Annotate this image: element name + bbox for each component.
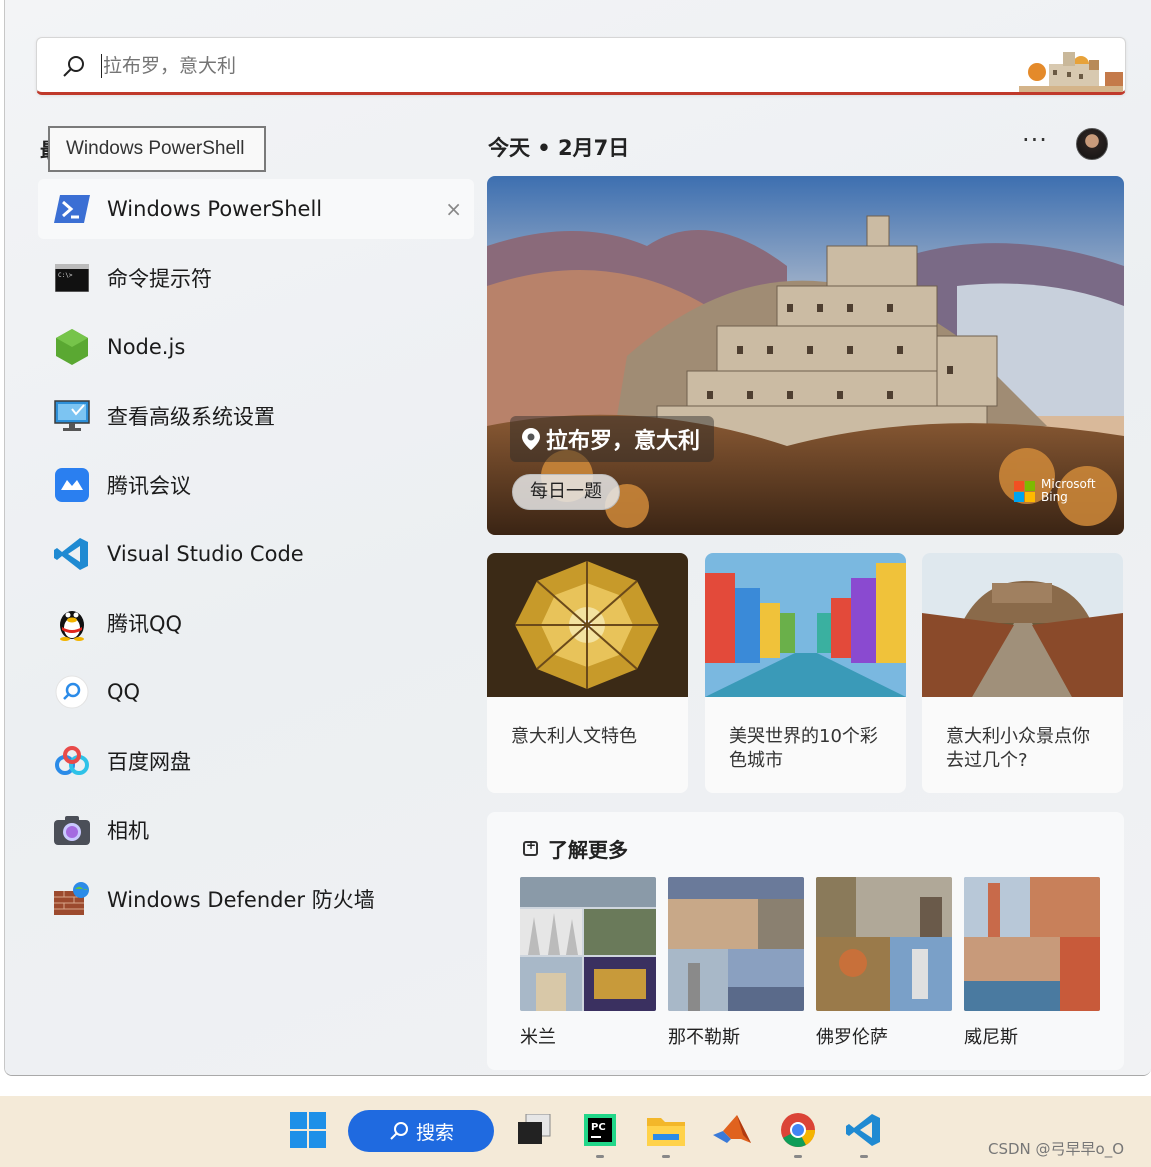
microsoft-bing-logo: Microsoft Bing — [1014, 478, 1096, 504]
dome-fresco-picture — [487, 553, 688, 697]
watermark: CSDN @弓早早o_O — [988, 1140, 1125, 1158]
app-item-advanced-system-settings[interactable]: 查看高级系统设置 — [38, 386, 474, 446]
taskbar: 搜索 PC — [0, 1096, 1151, 1167]
app-item-tencent-qq[interactable]: 腾讯QQ — [38, 593, 474, 653]
learn-more-label: 了解更多 — [548, 838, 628, 862]
vscode-icon[interactable] — [844, 1110, 884, 1158]
svg-text:PC: PC — [591, 1122, 606, 1133]
camera-icon — [53, 811, 91, 849]
naples-collage-picture — [668, 877, 804, 1011]
close-icon[interactable]: × — [445, 197, 462, 221]
search-highlight-thumbnail — [1019, 42, 1123, 92]
search-icon — [390, 1122, 408, 1140]
location-pin-icon — [522, 428, 540, 450]
app-item-cmd[interactable]: C:\> 命令提示符 — [38, 248, 474, 308]
venice-collage-picture — [964, 877, 1100, 1011]
card-caption: 意大利小众景点你去过几个? — [946, 726, 1090, 771]
milan-collage-picture — [520, 877, 656, 1011]
app-label: Visual Studio Code — [107, 542, 304, 566]
app-item-camera[interactable]: 相机 — [38, 800, 474, 860]
app-label: 命令提示符 — [107, 267, 212, 291]
taskbar-search-label: 搜索 — [415, 1121, 454, 1144]
colorful-canal-picture — [705, 553, 906, 697]
nodejs-icon — [53, 328, 91, 366]
app-item-nodejs[interactable]: Node.js — [38, 317, 474, 377]
app-item-powershell[interactable]: Windows PowerShell × — [38, 179, 474, 239]
running-indicator — [860, 1155, 868, 1158]
card-niche-attractions[interactable]: 意大利小众景点你去过几个? — [922, 553, 1123, 793]
app-item-tencent-meeting[interactable]: 腾讯会议 — [38, 455, 474, 515]
tencent-meeting-icon — [53, 466, 91, 504]
bridge-to-hill-town-picture — [922, 553, 1123, 697]
learn-more-icon — [523, 838, 538, 856]
city-name: 米兰 — [520, 1027, 556, 1048]
running-indicator — [662, 1155, 670, 1158]
baidu-netdisk-icon — [53, 742, 91, 780]
learn-more-title: 了解更多 — [523, 834, 628, 863]
app-label: Windows PowerShell — [107, 197, 323, 221]
search-icon — [63, 56, 84, 77]
hero-location-text: 拉布罗，意大利 — [546, 429, 701, 454]
brand-line-2: Bing — [1041, 490, 1068, 504]
learn-more-section: 了解更多 米兰 那不勒斯 佛罗伦萨 — [487, 812, 1124, 1070]
card-caption: 意大利人文特色 — [511, 726, 637, 747]
card-caption: 美哭世界的10个彩色城市 — [729, 726, 878, 771]
microsoft-logo-icon — [1014, 480, 1035, 502]
card-colorful-cities[interactable]: 美哭世界的10个彩色城市 — [705, 553, 906, 793]
system-settings-icon — [53, 397, 91, 435]
city-naples[interactable]: 那不勒斯 — [668, 877, 804, 1049]
app-item-vscode[interactable]: Visual Studio Code — [38, 524, 474, 584]
city-name: 威尼斯 — [964, 1027, 1018, 1048]
app-item-firewall[interactable]: Windows Defender 防火墙 — [38, 869, 474, 929]
more-options-button[interactable]: ··· — [1022, 126, 1048, 154]
start-icon[interactable] — [288, 1110, 328, 1150]
date-heading: 今天 • 2月7日 — [488, 136, 630, 160]
vscode-icon — [53, 535, 91, 573]
city-name: 那不勒斯 — [668, 1027, 740, 1048]
hero-location-label[interactable]: 拉布罗，意大利 — [510, 416, 715, 462]
app-label: 百度网盘 — [107, 750, 191, 774]
avatar[interactable] — [1076, 128, 1108, 160]
app-item-baidu-netdisk[interactable]: 百度网盘 — [38, 731, 474, 791]
city-florence[interactable]: 佛罗伦萨 — [816, 877, 952, 1049]
cmd-icon: C:\> — [53, 259, 91, 297]
search-input[interactable] — [103, 50, 903, 82]
app-label: Windows Defender 防火墙 — [107, 888, 375, 912]
app-label: 腾讯QQ — [107, 612, 183, 636]
running-indicator — [596, 1155, 604, 1158]
matlab-icon[interactable] — [712, 1110, 752, 1150]
file-explorer-icon[interactable] — [646, 1110, 686, 1158]
app-label: 查看高级系统设置 — [107, 405, 275, 429]
app-label: QQ — [107, 680, 141, 704]
svg-text:C:\>: C:\> — [58, 272, 73, 279]
tooltip: Windows PowerShell — [48, 126, 266, 172]
taskbar-search-button[interactable]: 搜索 — [348, 1110, 494, 1152]
chrome-icon[interactable] — [778, 1110, 818, 1158]
card-italian-culture[interactable]: 意大利人文特色 — [487, 553, 688, 793]
pycharm-icon[interactable]: PC — [580, 1110, 620, 1158]
city-name: 佛罗伦萨 — [816, 1027, 888, 1048]
florence-collage-picture — [816, 877, 952, 1011]
qq-search-icon — [53, 673, 91, 711]
qq-penguin-icon — [53, 604, 91, 642]
firewall-icon — [53, 880, 91, 918]
app-item-qq[interactable]: QQ — [38, 662, 474, 722]
app-label: Node.js — [107, 335, 186, 359]
running-indicator — [794, 1155, 802, 1158]
powershell-icon — [53, 190, 91, 228]
task-view-icon[interactable] — [514, 1110, 554, 1150]
text-caret — [101, 54, 102, 78]
city-milan[interactable]: 米兰 — [520, 877, 656, 1049]
app-label: 腾讯会议 — [107, 474, 191, 498]
search-box[interactable] — [36, 37, 1126, 95]
daily-quiz-button[interactable]: 每日一题 — [512, 474, 620, 510]
city-venice[interactable]: 威尼斯 — [964, 877, 1100, 1049]
app-label: 相机 — [107, 819, 149, 843]
